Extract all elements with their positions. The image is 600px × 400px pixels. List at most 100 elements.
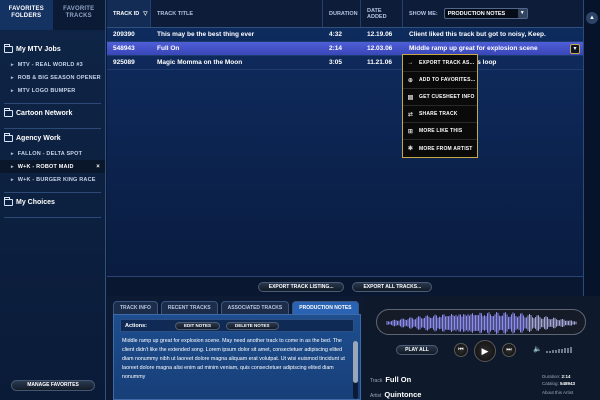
track-duration: 3:05 <box>329 59 343 66</box>
menu-item-share-track[interactable]: ⇄ SHARE TRACK <box>403 106 477 123</box>
folder-item-label: FALLON - DELTA SPOT <box>17 150 83 157</box>
track-label: Track <box>370 378 383 384</box>
show-me-label: SHOW ME: <box>409 10 438 17</box>
track-title: Full On <box>157 45 180 52</box>
column-duration[interactable]: DURATION <box>323 0 361 27</box>
next-track-icon[interactable]: ⏭ <box>502 343 516 357</box>
tab-track-info[interactable]: TRACK INFO <box>113 301 158 314</box>
track-title: Magic Momma on the Moon <box>157 59 243 66</box>
document-icon: ▤ <box>407 94 414 101</box>
volume-level-bar <box>546 351 548 353</box>
volume-level-bar <box>549 350 551 353</box>
edit-notes-button[interactable]: EDIT NOTES <box>175 321 221 330</box>
tab-recent-tracks[interactable]: RECENT TRACKS <box>160 301 218 314</box>
folder-0[interactable]: My MTV Jobs <box>0 40 105 58</box>
track-context-menu: → EXPORT TRACK AS... ⊕ ADD TO FAVORITES... ▤… <box>402 54 478 158</box>
delete-notes-button[interactable]: DELETE NOTES <box>226 321 279 330</box>
detail-tabs: TRACK INFO RECENT TRACKS ASSOCIATED TRACKS… <box>107 296 362 314</box>
track-duration: 2:14 <box>329 45 343 52</box>
about-artist-link[interactable]: About this Artist <box>542 390 573 395</box>
volume-slider[interactable] <box>546 347 574 353</box>
notes-scrollbar[interactable] <box>353 341 358 399</box>
divider <box>4 217 101 218</box>
menu-item-export-track-as[interactable]: → EXPORT TRACK AS... <box>403 55 477 72</box>
tab-favorites-folders[interactable]: FAVORITES FOLDERS <box>0 0 53 30</box>
favorites-sidebar: FAVORITES FOLDERS FAVORITE TRACKS My MTV… <box>0 0 106 400</box>
folder-item-label: MTV - REAL WORLD #3 <box>17 61 83 68</box>
now-playing-artist: Artist Quintonce <box>370 390 540 400</box>
track-options-button[interactable]: ▾ <box>570 44 580 54</box>
share-icon: ⇄ <box>407 111 414 118</box>
folder-icon <box>4 107 13 117</box>
folder-label: Cartoon Network <box>16 109 73 117</box>
waveform-display[interactable] <box>376 309 586 335</box>
menu-item-more-from-artist[interactable]: ✱ MORE FROM ARTIST <box>403 140 477 157</box>
menu-item-get-cuesheet-info[interactable]: ▤ GET CUESHEET INFO <box>403 89 477 106</box>
folder-2[interactable]: Agency Work <box>0 129 105 147</box>
folder-label: Agency Work <box>16 134 61 142</box>
close-icon[interactable]: × <box>96 164 100 170</box>
track-title: This may be the best thing ever <box>157 31 255 38</box>
folder-1[interactable]: Cartoon Network <box>0 104 105 122</box>
menu-item-label: ADD TO FAVORITES... <box>419 77 476 83</box>
notes-scroll-thumb[interactable] <box>353 341 358 383</box>
arrow-right-icon: → <box>407 60 414 66</box>
play-icon[interactable]: ▶ <box>474 340 496 362</box>
track-name: Full On <box>385 375 412 384</box>
folder-item-label: ROB & BIG SEASON OPENER <box>17 74 101 81</box>
now-playing-meta: Duration: 2:14 Catalog: 548943 <box>542 374 600 387</box>
export-track-listing-button[interactable]: EXPORT TRACK LISTING... <box>257 281 345 292</box>
column-date-added[interactable]: DATE ADDED <box>361 0 403 27</box>
artist-name[interactable]: Quintonce <box>384 390 421 399</box>
add-icon: ⊕ <box>407 77 414 84</box>
tab-associated-tracks[interactable]: ASSOCIATED TRACKS <box>220 301 290 314</box>
export-all-tracks-button[interactable]: EXPORT ALL TRACKS... <box>352 281 433 292</box>
track-row[interactable]: 925089 Magic Momma on the Moon 3:05 11.21.0… <box>107 56 583 70</box>
folder-item[interactable]: ▸ MTV - REAL WORLD #3 <box>0 58 105 71</box>
menu-item-label: SHARE TRACK <box>419 111 458 117</box>
now-playing-track: Track Full On <box>370 375 540 387</box>
play-all-button[interactable]: PLAY ALL <box>396 345 438 355</box>
tab-favorite-tracks[interactable]: FAVORITE TRACKS <box>52 0 105 30</box>
show-me-select[interactable]: PRODUCTION NOTES ▼ <box>443 8 528 19</box>
volume-level-bar <box>564 348 566 353</box>
artist-label: Artist <box>370 393 382 399</box>
notes-text: Middle ramp up great for explosion scene… <box>122 338 345 380</box>
folder-3[interactable]: My Choices <box>0 193 105 211</box>
column-track-id[interactable]: TRACK ID ▽ <box>107 0 151 27</box>
triangle-right-icon: ▸ <box>11 74 14 81</box>
actions-label: Actions: <box>125 322 147 329</box>
track-id: 925089 <box>113 59 135 66</box>
track-date: 11.21.06 <box>367 59 392 66</box>
volume-level-bar <box>570 347 572 353</box>
artist-icon: ✱ <box>407 146 414 152</box>
triangle-right-icon: ▸ <box>11 87 14 94</box>
menu-item-label: GET CUESHEET INFO <box>419 94 475 100</box>
volume-level-bar <box>558 349 560 353</box>
speaker-icon[interactable]: 🔈 <box>533 345 542 353</box>
folder-item[interactable]: ▸ FALLON - DELTA SPOT <box>0 147 105 160</box>
column-show-me: SHOW ME: PRODUCTION NOTES ▼ <box>403 0 583 27</box>
previous-track-icon[interactable]: ⏮ <box>454 343 468 357</box>
scroll-up-icon[interactable]: ▲ <box>586 12 598 24</box>
column-track-title[interactable]: TRACK TITLE <box>151 0 323 27</box>
folder-item[interactable]: ▸ MTV LOGO BUMPER <box>0 84 105 97</box>
menu-item-more-like-this[interactable]: ⊞ MORE LIKE THIS <box>403 123 477 140</box>
menu-item-add-to-favorites[interactable]: ⊕ ADD TO FAVORITES... <box>403 72 477 89</box>
folder-item-label: W+K - ROBOT MAID <box>17 163 74 170</box>
folder-item[interactable]: ▸ W+K - ROBOT MAID × <box>0 160 105 173</box>
folder-icon <box>4 43 13 53</box>
track-row[interactable]: 548943 Full On 2:14 12.03.06 Middle ramp up … <box>107 42 583 56</box>
volume-level-bar <box>552 350 554 353</box>
track-list-scrollbar[interactable]: ▲ <box>583 0 600 296</box>
track-date: 12.03.06 <box>367 45 393 52</box>
folder-item[interactable]: ▸ ROB & BIG SEASON OPENER <box>0 71 105 84</box>
folder-group: Agency Work ▸ FALLON - DELTA SPOT ▸ W+K - RO… <box>0 129 105 186</box>
menu-item-label: MORE LIKE THIS <box>419 128 463 134</box>
track-row[interactable]: 209390 This may be the best thing ever 4:3… <box>107 28 583 42</box>
tab-production-notes[interactable]: PRODUCTION NOTES <box>292 301 359 314</box>
folder-item[interactable]: ▸ W+K - BURGER KING RACE <box>0 173 105 186</box>
folder-group: My MTV Jobs ▸ MTV - REAL WORLD #3 ▸ ROB & BI… <box>0 40 105 97</box>
manage-favorites-button[interactable]: MANAGE FAVORITES <box>11 380 95 391</box>
folder-item-label: W+K - BURGER KING RACE <box>17 176 96 183</box>
